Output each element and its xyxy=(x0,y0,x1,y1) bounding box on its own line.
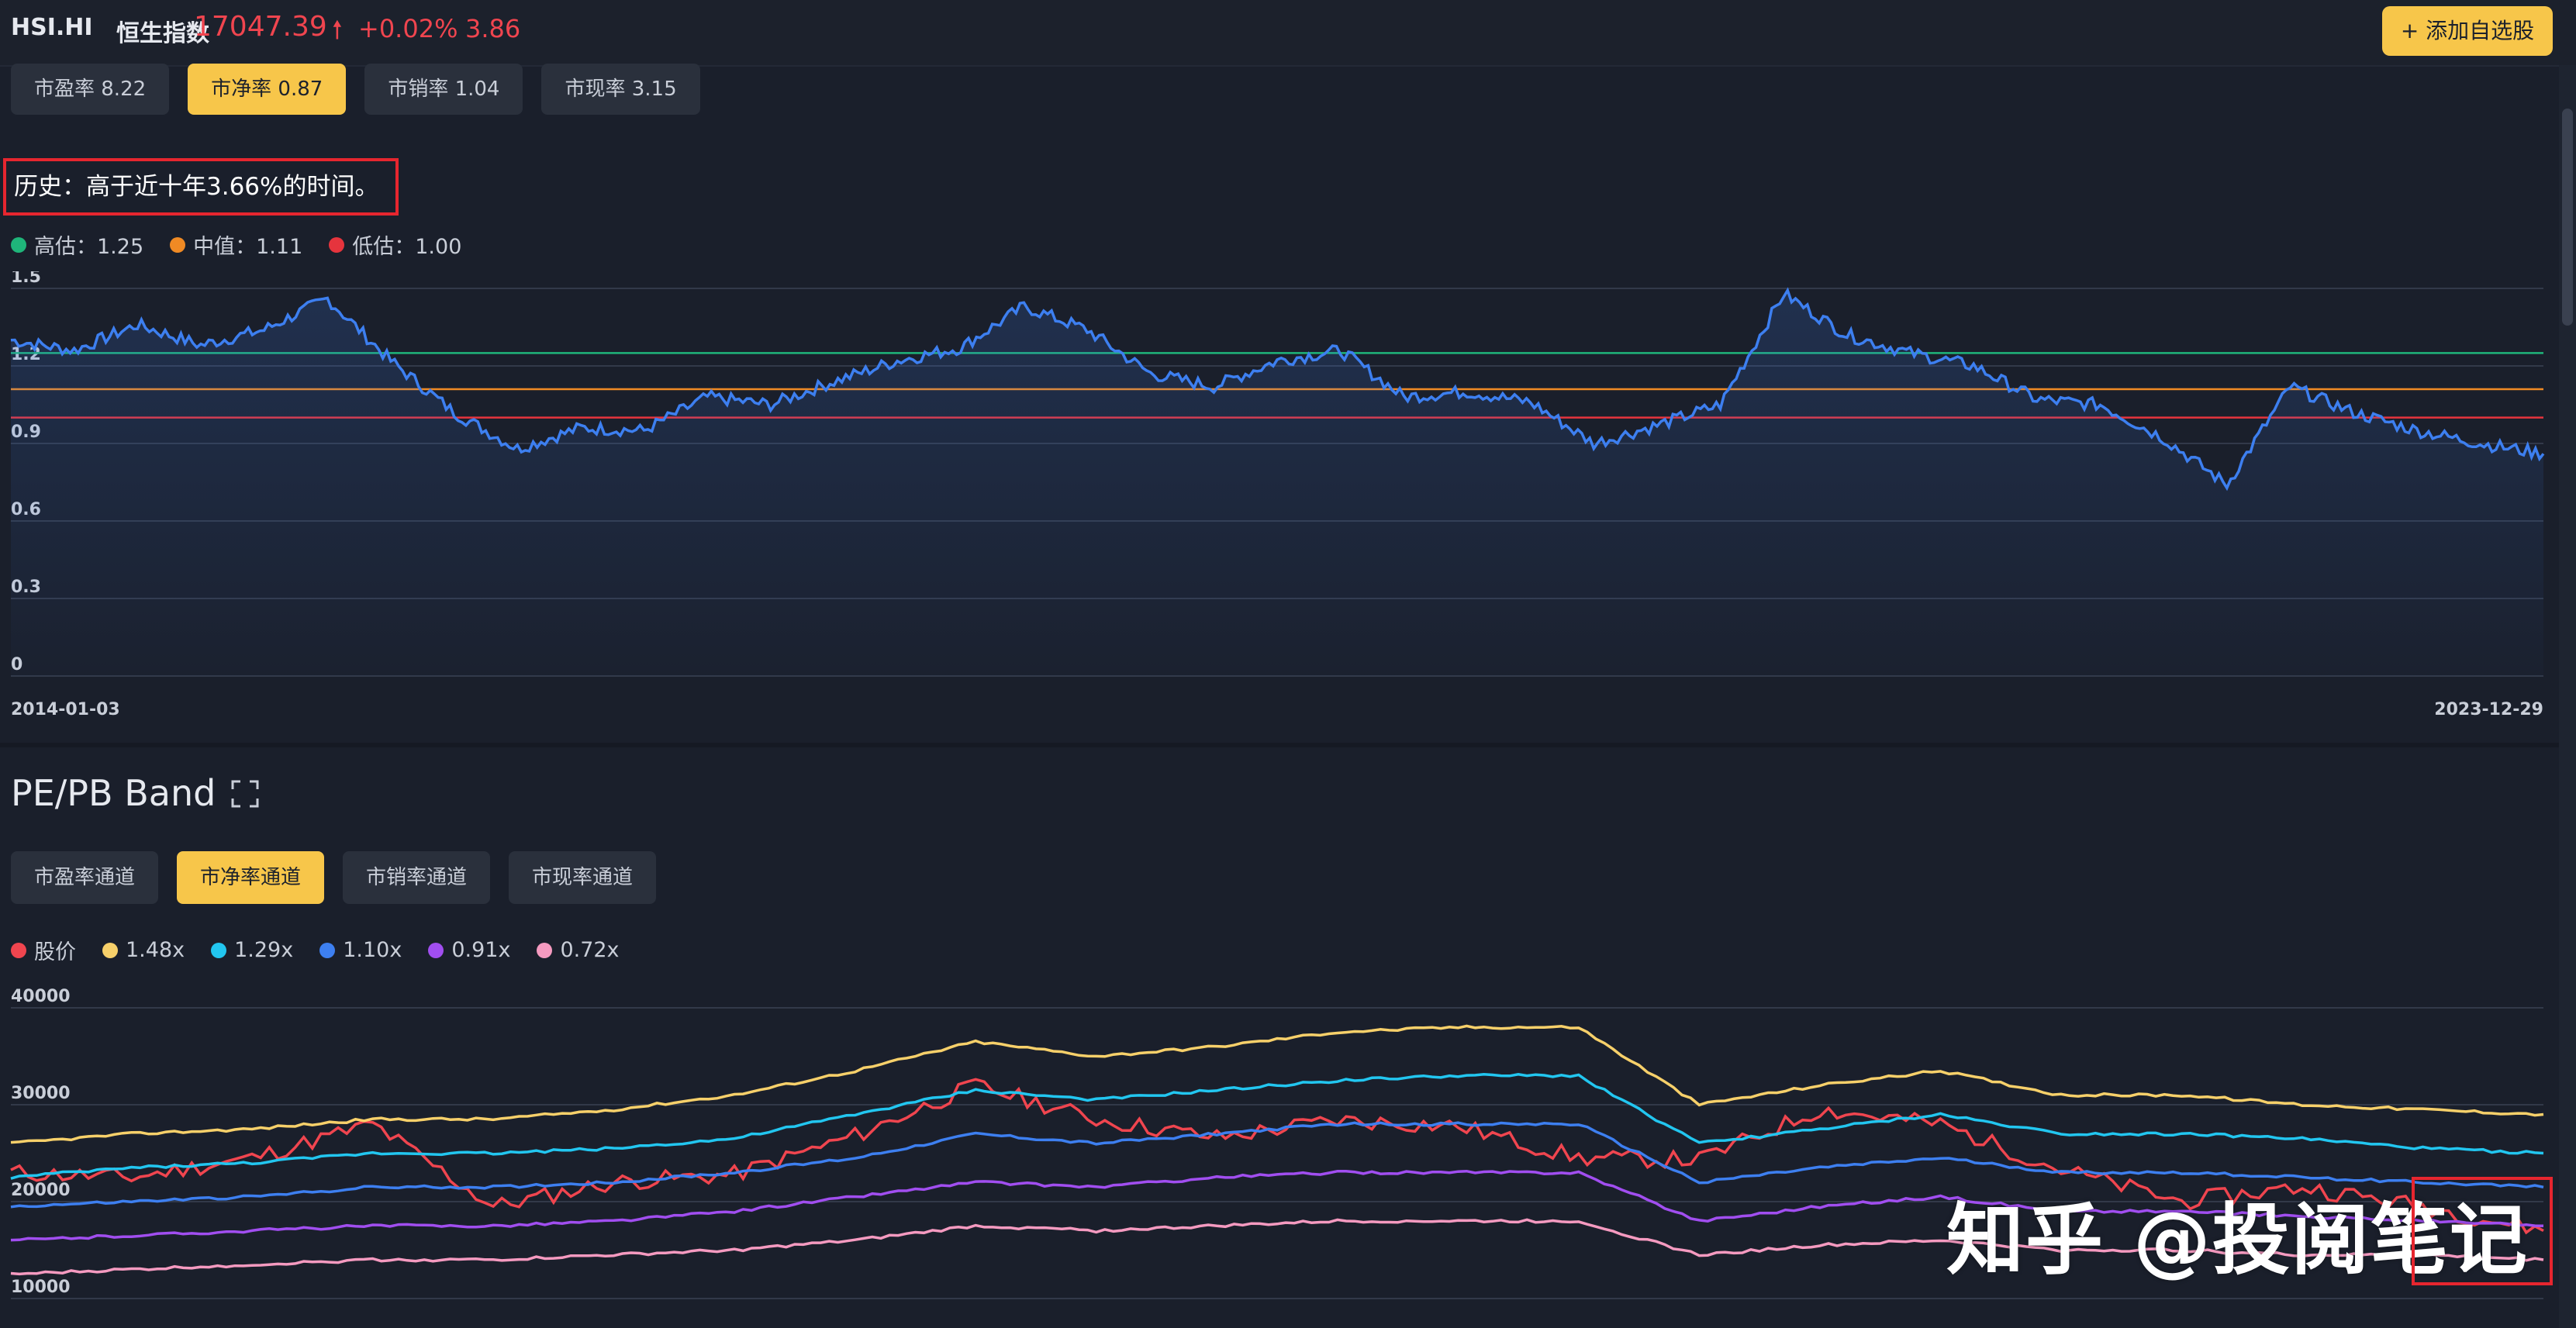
legend-dot-091x xyxy=(428,942,444,958)
legend-label-price: 股价 xyxy=(34,940,76,964)
tab-pe[interactable]: 市盈率 8.22 xyxy=(11,64,170,115)
tab-pcf-band[interactable]: 市现率通道 xyxy=(509,851,657,904)
tab-pcf[interactable]: 市现率 3.15 xyxy=(541,64,700,115)
legend-label-072x: 0.72x xyxy=(560,938,620,962)
legend-item-091x[interactable]: 0.91x xyxy=(428,938,510,962)
legend-label-low: 低估：1.00 xyxy=(352,235,462,259)
y-tick-label: 40000 xyxy=(11,987,71,1006)
expand-icon[interactable] xyxy=(230,778,261,809)
legend-item-072x[interactable]: 0.72x xyxy=(537,938,620,962)
legend-label-129x: 1.29x xyxy=(234,938,294,962)
valuation-tabs: 市盈率 8.22 市净率 0.87 市销率 1.04 市现率 3.15 xyxy=(11,64,700,115)
tab-ps-band[interactable]: 市销率通道 xyxy=(343,851,491,904)
legend-dot-110x xyxy=(319,942,336,958)
legend-dot-price xyxy=(11,942,26,958)
legend-item-mid[interactable]: 中值：1.11 xyxy=(170,229,302,260)
series-line-1.29x xyxy=(10,1072,2544,1180)
tab-pb-band[interactable]: 市净率通道 xyxy=(177,851,325,904)
y-tick-label: 1.5 xyxy=(11,271,41,287)
up-arrow-icon: 🠕 xyxy=(332,15,343,44)
tab-pe-band[interactable]: 市盈率通道 xyxy=(11,851,159,904)
x-axis-start-label: 2014-01-03 xyxy=(11,700,120,719)
valuation-legend: 高估：1.25 中值：1.11 低估：1.00 xyxy=(11,229,461,260)
add-watchlist-button[interactable]: + 添加自选股 xyxy=(2382,6,2553,56)
section-divider xyxy=(0,743,2559,747)
index-price: 17047.39 xyxy=(194,11,327,43)
legend-item-low[interactable]: 低估：1.00 xyxy=(329,229,461,260)
tab-pb[interactable]: 市净率 0.87 xyxy=(188,64,347,115)
legend-label-148x: 1.48x xyxy=(126,938,185,962)
legend-dot-129x xyxy=(211,942,227,958)
legend-label-110x: 1.10x xyxy=(343,938,402,962)
top-bar: HSI.HI 恒生指数 17047.39 🠕 +0.02% 3.86 + 添加自… xyxy=(0,0,2576,67)
index-metric: 3.86 xyxy=(465,14,521,43)
legend-label-high: 高估：1.25 xyxy=(34,235,144,259)
legend-item-110x[interactable]: 1.10x xyxy=(319,938,402,962)
legend-dot-low xyxy=(329,236,345,253)
legend-dot-072x xyxy=(537,942,553,958)
pb-history-chart[interactable]: 1.51.20.90.60.302014-01-032023-12-29 xyxy=(0,271,2559,729)
pb-area-fill xyxy=(11,290,2543,676)
scrollbar-thumb[interactable] xyxy=(2562,109,2573,326)
y-tick-label: 10000 xyxy=(11,1278,71,1297)
price-change: +0.02% xyxy=(358,14,458,43)
legend-label-mid: 中值：1.11 xyxy=(193,235,303,259)
y-tick-label: 30000 xyxy=(11,1084,71,1103)
legend-dot-148x xyxy=(102,942,118,958)
legend-item-high[interactable]: 高估：1.25 xyxy=(11,229,143,260)
y-tick-label: 20000 xyxy=(11,1181,71,1200)
legend-item-price[interactable]: 股价 xyxy=(11,935,76,965)
highlight-box xyxy=(2412,1177,2553,1285)
legend-dot-high xyxy=(11,236,26,253)
legend-item-148x[interactable]: 1.48x xyxy=(102,938,185,962)
legend-dot-mid xyxy=(170,236,186,253)
history-percentile-text: 历史：高于近十年3.66%的时间。 xyxy=(3,158,399,216)
legend-item-129x[interactable]: 1.29x xyxy=(211,938,293,962)
tab-ps[interactable]: 市销率 1.04 xyxy=(364,64,523,115)
ticker-symbol: HSI.HI xyxy=(11,14,93,41)
legend-label-091x: 0.91x xyxy=(451,938,511,962)
x-axis-end-label: 2023-12-29 xyxy=(2434,700,2543,719)
band-section-title: PE/PB Band xyxy=(11,772,216,814)
band-legend: 股价 1.48x 1.29x 1.10x 0.91x 0.72x xyxy=(11,935,620,965)
band-tabs: 市盈率通道 市净率通道 市销率通道 市现率通道 xyxy=(11,851,657,904)
